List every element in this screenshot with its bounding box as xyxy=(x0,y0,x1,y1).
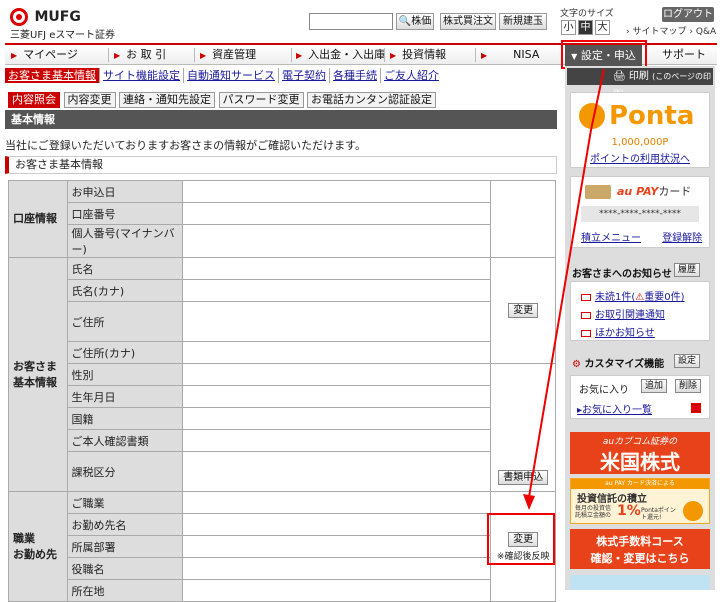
annotation-arrow xyxy=(523,68,605,510)
